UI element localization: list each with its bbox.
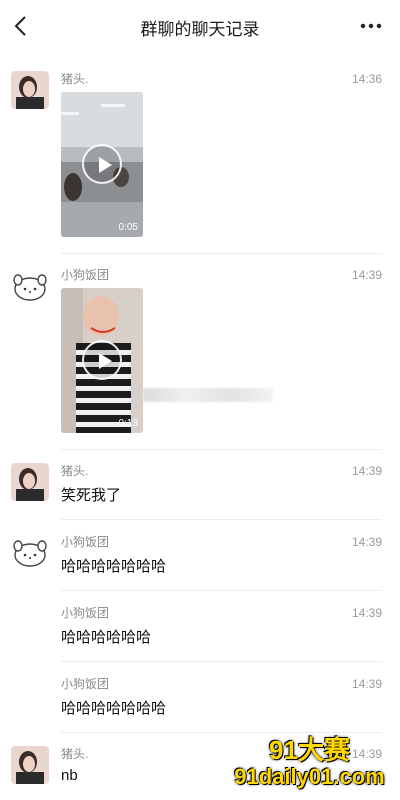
divider [61,253,382,254]
message-time: 14:39 [351,677,382,691]
message-time: 14:39 [351,606,382,620]
video-duration: 0:13 [118,418,138,429]
divider [61,732,382,733]
watermark: 91大赛 91daily01.com [227,736,392,794]
girl-photo-avatar [11,463,49,501]
divider [61,661,382,662]
message-text: 哈哈哈哈哈哈哈 [61,558,167,575]
play-icon[interactable] [82,340,122,380]
top-bar: 群聊的聊天记录 [0,0,400,52]
sender-name: 猪头. [61,747,89,761]
avatar[interactable] [11,267,49,305]
sender-name: 小狗饭团 [61,268,110,282]
avatar[interactable] [11,463,49,501]
play-icon[interactable] [82,144,122,184]
video-duration: 0:05 [118,222,138,233]
message-text: 哈哈哈哈哈哈 [61,629,152,646]
message-time: 14:39 [351,464,382,478]
message-text: 哈哈哈哈哈哈哈 [61,700,167,717]
video-thumbnail[interactable]: 0:05 [61,92,143,237]
avatar[interactable] [11,71,49,109]
divider [61,590,382,591]
message-time: 14:39 [351,268,382,282]
girl-photo-avatar [11,71,49,109]
divider [61,519,382,520]
cartoon-dog-avatar [11,533,49,571]
avatar[interactable] [11,746,49,784]
message-text: nb [61,767,78,784]
message-text: 笑死我了 [61,487,122,504]
message-time: 14:39 [351,535,382,549]
sender-name: 小狗饭团 [61,535,110,549]
sender-name: 猪头. [61,72,89,86]
cartoon-dog-avatar [11,267,49,305]
sender-name: 小狗饭团 [61,677,110,691]
more-dots-icon[interactable] [356,12,386,40]
video-thumbnail[interactable]: 0:13 [61,288,143,433]
divider [61,449,382,450]
message-time: 14:36 [351,72,382,86]
watermark-domain: 91daily01.com [234,764,385,789]
watermark-title: 91大赛 [269,735,350,765]
avatar[interactable] [11,533,49,571]
blurred-region [143,388,273,402]
page-title: 群聊的聊天记录 [140,20,260,39]
sender-name: 猪头. [61,464,89,478]
sender-name: 小狗饭团 [61,606,110,620]
girl-photo-avatar [11,746,49,784]
